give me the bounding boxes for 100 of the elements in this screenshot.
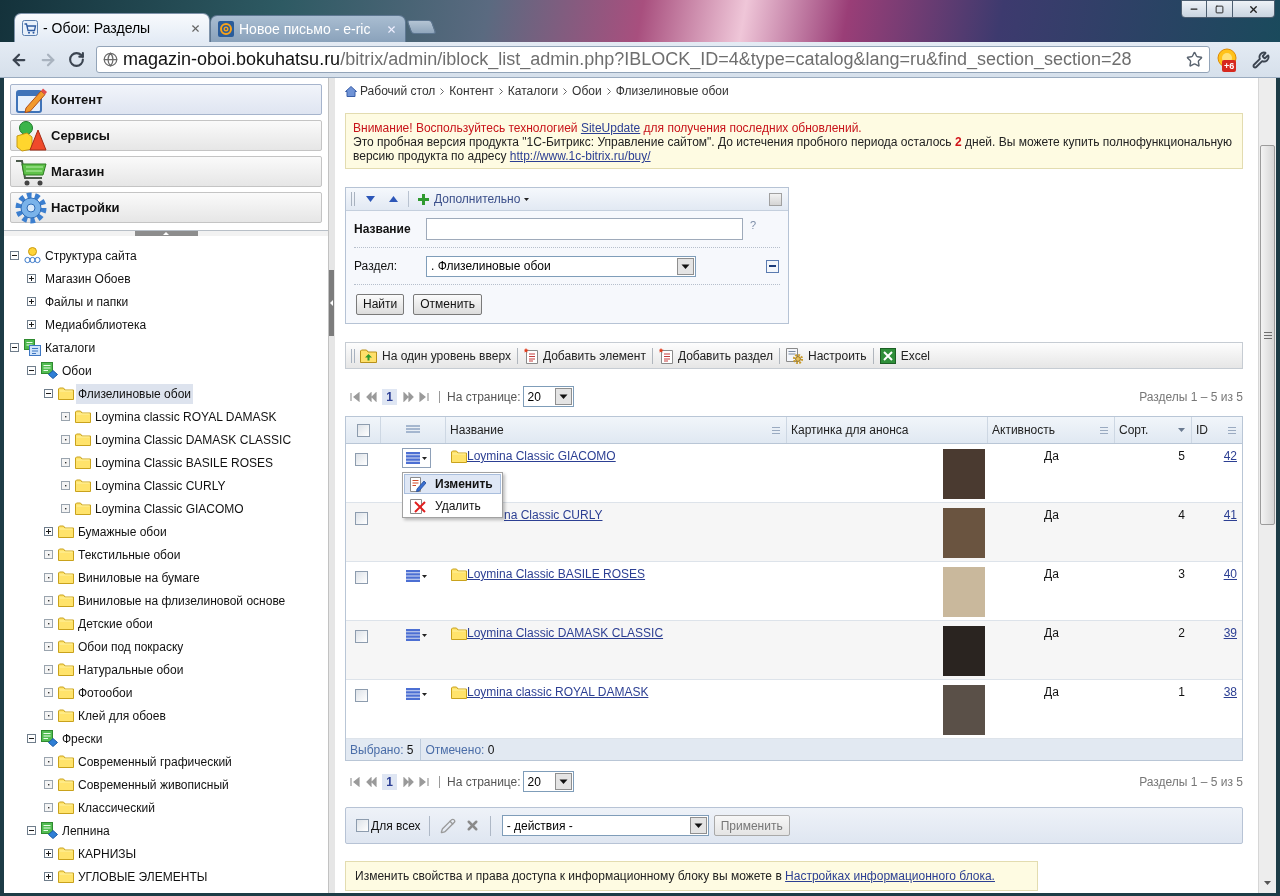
action-select[interactable]: - действия -	[501, 815, 709, 836]
first-page-icon[interactable]	[350, 391, 361, 402]
next-page-icon[interactable]	[403, 391, 414, 402]
expand-icon[interactable]	[44, 872, 53, 881]
current-page[interactable]: 1	[382, 773, 397, 790]
dot-toggle-icon[interactable]	[44, 573, 53, 582]
dot-toggle-icon[interactable]	[44, 780, 53, 789]
id-link[interactable]: 41	[1223, 508, 1237, 561]
dot-toggle-icon[interactable]	[44, 803, 53, 812]
current-page[interactable]: 1	[382, 388, 397, 405]
dot-toggle-icon[interactable]	[44, 688, 53, 697]
edit-button[interactable]	[439, 817, 456, 834]
more-button[interactable]: Дополнительно	[418, 190, 530, 208]
star-icon[interactable]	[1186, 51, 1203, 68]
dot-toggle-icon[interactable]	[61, 481, 70, 490]
tree-item[interactable]: Современный живописный	[76, 774, 231, 795]
row-checkbox[interactable]	[355, 512, 368, 525]
row-checkbox[interactable]	[355, 453, 368, 466]
close-icon[interactable]	[190, 22, 201, 34]
id-link[interactable]: 40	[1223, 567, 1237, 620]
dot-toggle-icon[interactable]	[61, 504, 70, 513]
row-checkbox[interactable]	[355, 630, 368, 643]
first-page-icon[interactable]	[350, 776, 361, 787]
splitter-handle[interactable]	[329, 270, 334, 336]
collapse-icon[interactable]	[27, 366, 36, 375]
tree-item[interactable]: Медиабиблиотека	[43, 314, 149, 335]
tree-item[interactable]: Бумажные обои	[76, 521, 169, 542]
breadcrumb-link[interactable]: Рабочий стол	[360, 82, 436, 100]
tree-item[interactable]: Классический	[76, 797, 157, 818]
column-header[interactable]: ID	[1196, 421, 1208, 439]
expand-icon[interactable]	[27, 320, 36, 329]
update-link[interactable]: SiteUpdate	[580, 121, 641, 135]
expand-icon[interactable]	[27, 274, 36, 283]
cancel-button[interactable]: Отменить	[413, 293, 483, 315]
column-header[interactable]: Название	[450, 421, 504, 439]
dot-toggle-icon[interactable]	[61, 412, 70, 421]
tree-item[interactable]: Детские обои	[76, 613, 155, 634]
collapse-icon[interactable]	[27, 826, 36, 835]
apply-to-all-label[interactable]: Для всех	[371, 816, 421, 835]
breadcrumb-link[interactable]: Обои	[572, 82, 602, 100]
tree-item[interactable]: Каталоги	[43, 337, 98, 358]
sidebar-menu-item[interactable]: Сервисы	[10, 120, 322, 151]
page-size-select[interactable]: 20	[522, 386, 574, 407]
tree-item[interactable]: Натуральные обои	[76, 659, 186, 680]
tree-item[interactable]: Фотообои	[76, 682, 135, 703]
column-menu-icon[interactable]	[772, 426, 780, 434]
home-icon[interactable]	[345, 85, 357, 97]
tree-item[interactable]: Loymina Classic BASILE ROSES	[93, 452, 276, 473]
apply-to-all-checkbox[interactable]	[356, 819, 369, 832]
id-link[interactable]: 39	[1223, 626, 1237, 679]
add-element-button[interactable]: Добавить элемент	[523, 346, 646, 365]
tree-item[interactable]: Клей для обоев	[76, 705, 168, 726]
collapse-icon[interactable]	[44, 389, 53, 398]
last-page-icon[interactable]	[419, 391, 430, 402]
tree-item[interactable]: КАРНИЗЫ	[76, 843, 139, 864]
tree-item[interactable]: Файлы и папки	[43, 291, 131, 312]
tree-item[interactable]: Виниловые на флизелиновой основе	[76, 590, 288, 611]
iblock-settings-link[interactable]: Настройках информационного блока.	[785, 869, 995, 883]
menu-item[interactable]: Удалить	[404, 496, 501, 516]
sidebar-menu-item[interactable]: Магазин	[10, 156, 322, 187]
row-checkbox[interactable]	[355, 571, 368, 584]
menu-lines-icon[interactable]	[406, 425, 420, 435]
minimize-button[interactable]	[1181, 0, 1207, 18]
move-down-button[interactable]	[366, 196, 375, 202]
new-tab-button[interactable]	[406, 20, 437, 34]
expand-icon[interactable]	[44, 527, 53, 536]
tree-item[interactable]: Текстильные обои	[76, 544, 183, 565]
dot-toggle-icon[interactable]	[44, 665, 53, 674]
column-menu-icon[interactable]	[1228, 426, 1236, 434]
panel-toggle-button[interactable]	[769, 192, 782, 206]
tree-item[interactable]: Магазин Обоев	[43, 268, 133, 289]
id-link[interactable]: 42	[1223, 449, 1237, 502]
collapse-icon[interactable]	[10, 343, 19, 352]
configure-button[interactable]: Настроить	[786, 346, 867, 365]
previous-page-icon[interactable]	[366, 776, 377, 787]
name-input[interactable]	[426, 218, 743, 240]
column-header[interactable]: Активность	[992, 421, 1055, 439]
expand-icon[interactable]	[44, 849, 53, 858]
id-link[interactable]: 38	[1223, 685, 1237, 738]
section-select[interactable]: . Флизелиновые обои	[426, 255, 696, 277]
scrollbar[interactable]	[1258, 78, 1276, 893]
dot-toggle-icon[interactable]	[44, 619, 53, 628]
up-level-button[interactable]: На один уровень вверх	[360, 346, 511, 365]
breadcrumb-link[interactable]: Флизелиновые обои	[615, 82, 729, 100]
next-page-icon[interactable]	[403, 776, 414, 787]
tree-item[interactable]: Лепнина	[60, 820, 112, 841]
dot-toggle-icon[interactable]	[44, 642, 53, 651]
previous-page-icon[interactable]	[366, 391, 377, 402]
page-size-select[interactable]: 20	[522, 771, 574, 792]
remove-field-button[interactable]	[766, 259, 779, 273]
excel-button[interactable]: Excel	[879, 346, 930, 365]
tree-item[interactable]: Loymina classic ROYAL DAMASK	[93, 406, 279, 427]
tree-item[interactable]: Флизелиновые обои	[76, 383, 193, 404]
tree-item[interactable]: Обои	[60, 360, 94, 381]
tree-item[interactable]: Loymina Classic DAMASK CLASSIC	[93, 429, 294, 450]
column-header[interactable]: Сорт.	[1119, 421, 1149, 439]
column-header[interactable]: Картинка для анонса	[791, 421, 909, 439]
buy-link[interactable]: http://www.1c-bitrix.ru/buy/	[509, 149, 651, 163]
address-field[interactable]: magazin-oboi.bokuhatsu.ru/bitrix/admin/iblock_list_admin.php?IBLOCK_ID=4&type=catalog&lang=ru&find_section_section=28	[96, 46, 1210, 73]
section-link[interactable]: Loymina classic ROYAL DAMASK	[467, 685, 649, 699]
